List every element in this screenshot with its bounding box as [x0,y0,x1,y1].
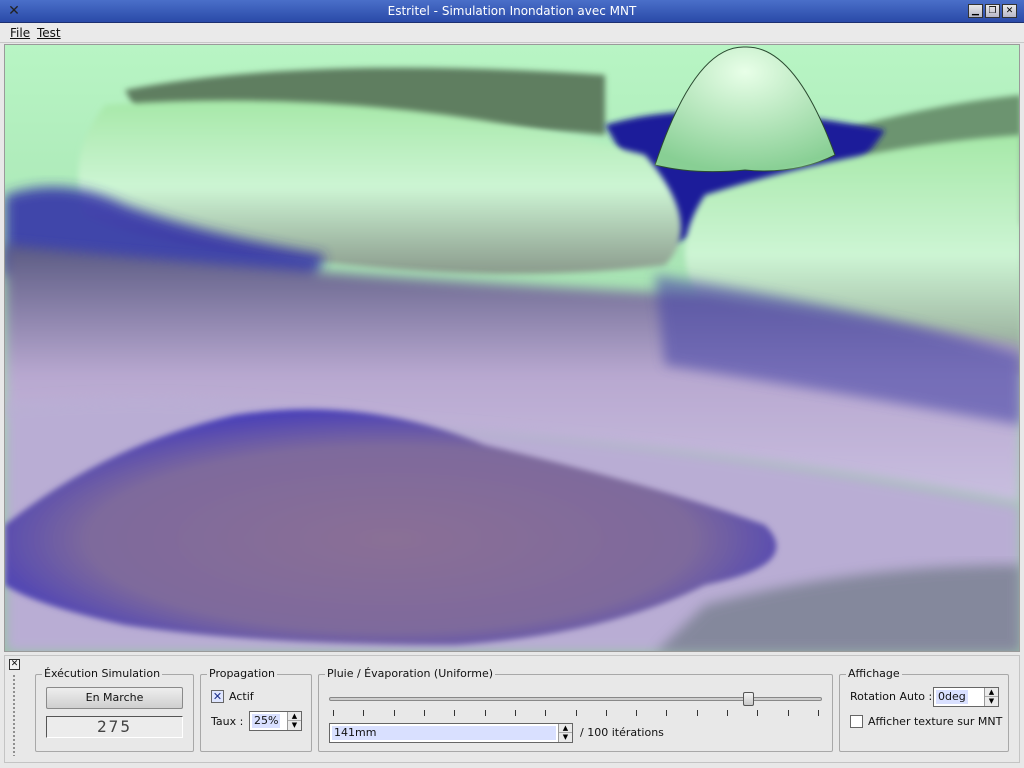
rate-spin-arrows: ▲ ▼ [287,712,301,730]
rain-legend: Pluie / Évaporation (Uniforme) [325,667,496,680]
control-panel: ✕ Éxécution Simulation En Marche 275 Pro… [4,655,1020,763]
slider-tick [514,710,516,716]
rain-up-icon[interactable]: ▲ [559,724,572,733]
close-icon[interactable]: ✕ [1002,4,1017,18]
rain-group: Pluie / Évaporation (Uniforme) 141mm ▲ ▼… [318,667,833,752]
slider-tick [454,710,456,716]
active-checkbox[interactable]: ✕ [211,690,224,703]
rotation-spinbox[interactable]: 0deg ▲ ▼ [933,687,999,707]
slider-tick [787,710,789,716]
texture-label: Afficher texture sur MNT [868,715,1003,728]
slider-tick [818,710,819,716]
slider-tick [666,710,668,716]
rain-spin-arrows: ▲ ▼ [558,724,572,742]
rain-slider-thumb[interactable] [742,692,754,706]
iteration-counter: 275 [46,716,183,738]
active-label: Actif [229,690,254,703]
slider-tick [727,710,729,716]
rotation-label: Rotation Auto : [850,690,933,703]
slider-tick [545,710,547,716]
iterations-label: / 100 itérations [580,726,664,739]
menu-file-label: File [10,26,31,40]
slider-tick [757,710,759,716]
display-legend: Affichage [846,667,902,680]
slider-tick [393,710,395,716]
slider-tick [333,710,334,716]
display-group: Affichage Rotation Auto : 0deg ▲ ▼ Affic… [839,667,1009,752]
slider-tick [605,710,607,716]
slider-tick [636,710,638,716]
rotation-value: 0deg [936,690,968,704]
window-title: Estritel - Simulation Inondation avec MN… [387,4,637,18]
slider-tick [575,710,577,716]
panel-close-icon[interactable]: ✕ [9,659,20,670]
menu-test[interactable]: Test [37,26,61,40]
rotation-spin-arrows: ▲ ▼ [984,688,998,706]
rain-down-icon[interactable]: ▼ [559,733,572,742]
menu-file[interactable]: File [10,26,30,40]
rate-down-icon[interactable]: ▼ [288,721,301,730]
rate-up-icon[interactable]: ▲ [288,712,301,721]
menu-bar: File Test [0,23,1024,43]
execution-legend: Éxécution Simulation [42,667,163,680]
terrain-render [5,45,1019,651]
rotation-down-icon[interactable]: ▼ [985,697,998,706]
menu-test-label: Test [37,26,61,40]
rate-spinbox[interactable]: 25% ▲ ▼ [249,711,302,731]
propagation-group: Propagation ✕ Actif Taux : 25% ▲ ▼ [200,667,312,752]
rate-value: 25% [252,714,281,728]
rate-label: Taux : [211,715,244,728]
maximize-icon[interactable]: ❐ [985,4,1000,18]
rain-amount-spinbox[interactable]: 141mm ▲ ▼ [329,723,573,743]
slider-tick [363,710,365,716]
execution-group: Éxécution Simulation En Marche 275 [35,667,194,752]
panel-drag-handle[interactable] [12,674,16,756]
slider-tick [484,710,486,716]
minimize-icon[interactable]: ▁ [968,4,983,18]
slider-tick [423,710,425,716]
title-bar: ✕ Estritel - Simulation Inondation avec … [0,0,1024,23]
terrain-3d-view[interactable] [4,44,1020,652]
texture-checkbox[interactable] [850,715,863,728]
rain-amount-value: 141mm [332,726,556,740]
run-button[interactable]: En Marche [46,687,183,709]
slider-tick [696,710,698,716]
propagation-legend: Propagation [207,667,277,680]
rotation-up-icon[interactable]: ▲ [985,688,998,697]
